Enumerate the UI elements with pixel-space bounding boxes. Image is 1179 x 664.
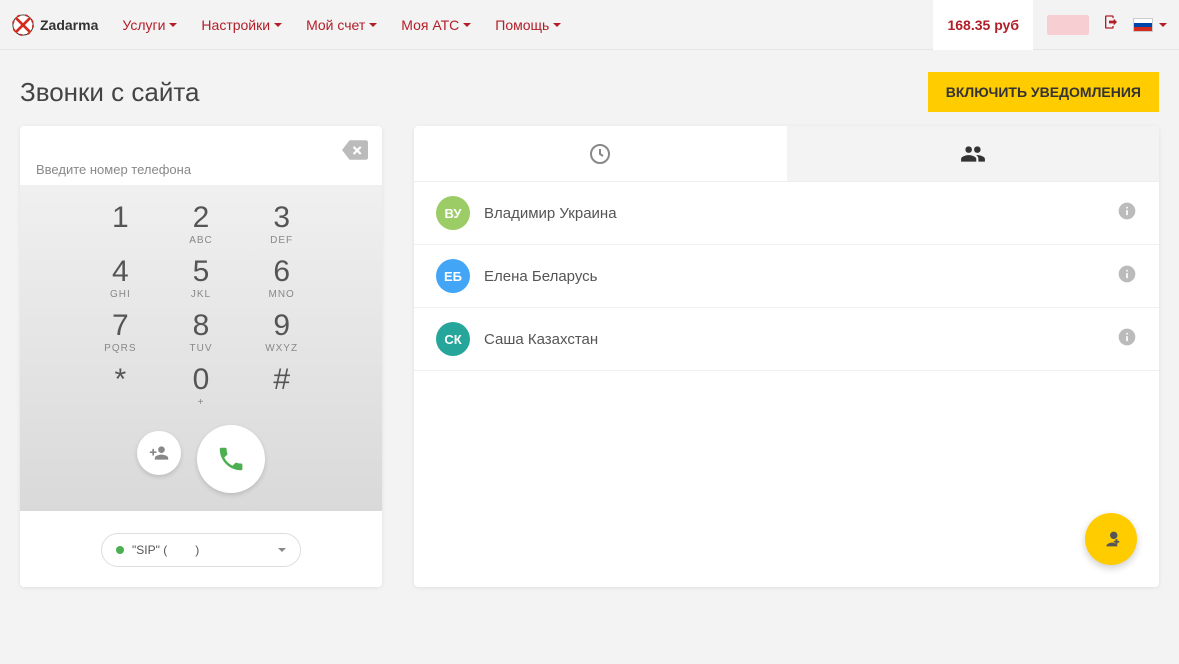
logo[interactable]: Zadarma bbox=[12, 14, 98, 36]
language-selector[interactable] bbox=[1133, 18, 1167, 32]
key-3[interactable]: 3DEF bbox=[241, 199, 322, 249]
titlebar: Звонки с сайта ВКЛЮЧИТЬ УВЕДОМЛЕНИЯ bbox=[0, 50, 1179, 126]
dialer-input-area bbox=[20, 126, 382, 185]
nav-services[interactable]: Услуги bbox=[122, 17, 177, 33]
user-name-redacted bbox=[1047, 15, 1089, 35]
add-contact-fab[interactable] bbox=[1085, 513, 1137, 565]
key-7[interactable]: 7PQRS bbox=[80, 307, 161, 357]
add-person-icon bbox=[149, 443, 169, 463]
chevron-down-icon bbox=[278, 548, 286, 552]
sip-select[interactable]: "SIP" ( ) bbox=[101, 533, 301, 567]
sign-out-icon[interactable] bbox=[1103, 14, 1119, 35]
header-right: 168.35 руб bbox=[933, 0, 1167, 50]
chevron-down-icon bbox=[169, 23, 177, 27]
main: 1 2ABC 3DEF 4GHI 5JKL 6MNO 7PQRS 8TUV 9W… bbox=[0, 126, 1179, 607]
logo-icon bbox=[12, 14, 34, 36]
flag-ru-icon bbox=[1133, 18, 1153, 32]
tabs bbox=[414, 126, 1159, 182]
info-icon[interactable] bbox=[1117, 264, 1137, 289]
add-person-icon bbox=[1100, 528, 1122, 550]
nav-settings[interactable]: Настройки bbox=[201, 17, 282, 33]
contact-row[interactable]: ЕБ Елена Беларусь bbox=[414, 245, 1159, 308]
phone-icon bbox=[216, 444, 246, 474]
nav-help-label: Помощь bbox=[495, 17, 549, 33]
key-9[interactable]: 9WXYZ bbox=[241, 307, 322, 357]
backspace-icon[interactable] bbox=[342, 140, 368, 165]
clock-icon bbox=[588, 142, 612, 166]
contact-name: Владимир Украина bbox=[484, 205, 617, 222]
nav-pbx[interactable]: Моя АТС bbox=[401, 17, 471, 33]
key-2[interactable]: 2ABC bbox=[161, 199, 242, 249]
nav-settings-label: Настройки bbox=[201, 17, 270, 33]
chevron-down-icon bbox=[463, 23, 471, 27]
nav-account[interactable]: Мой счет bbox=[306, 17, 377, 33]
sip-label-prefix: "SIP" ( bbox=[132, 543, 167, 557]
header: Zadarma Услуги Настройки Мой счет Моя АТ… bbox=[0, 0, 1179, 50]
chevron-down-icon bbox=[369, 23, 377, 27]
avatar: ЕБ bbox=[436, 259, 470, 293]
info-icon[interactable] bbox=[1117, 327, 1137, 352]
info-icon[interactable] bbox=[1117, 201, 1137, 226]
contact-row[interactable]: ВУ Владимир Украина bbox=[414, 182, 1159, 245]
nav-services-label: Услуги bbox=[122, 17, 165, 33]
logo-text: Zadarma bbox=[40, 17, 98, 33]
keypad: 1 2ABC 3DEF 4GHI 5JKL 6MNO 7PQRS 8TUV 9W… bbox=[20, 185, 382, 511]
chevron-down-icon bbox=[1159, 23, 1167, 27]
contact-name: Саша Казахстан bbox=[484, 331, 598, 348]
chevron-down-icon bbox=[274, 23, 282, 27]
chevron-down-icon bbox=[553, 23, 561, 27]
page-title: Звонки с сайта bbox=[20, 77, 199, 108]
contact-row[interactable]: СК Саша Казахстан bbox=[414, 308, 1159, 371]
nav-account-label: Мой счет bbox=[306, 17, 365, 33]
key-0[interactable]: 0+ bbox=[161, 361, 242, 411]
status-dot-icon bbox=[116, 546, 124, 554]
nav: Услуги Настройки Мой счет Моя АТС Помощь bbox=[122, 17, 561, 33]
sip-label-suffix: ) bbox=[195, 543, 199, 557]
key-8[interactable]: 8TUV bbox=[161, 307, 242, 357]
contacts-panel: ВУ Владимир Украина ЕБ Елена Беларусь СК… bbox=[414, 126, 1159, 587]
key-1[interactable]: 1 bbox=[80, 199, 161, 249]
avatar: СК bbox=[436, 322, 470, 356]
key-5[interactable]: 5JKL bbox=[161, 253, 242, 303]
contact-list: ВУ Владимир Украина ЕБ Елена Беларусь СК… bbox=[414, 182, 1159, 371]
add-contact-button[interactable] bbox=[137, 431, 181, 475]
balance[interactable]: 168.35 руб bbox=[933, 0, 1033, 50]
phone-input[interactable] bbox=[36, 144, 366, 177]
key-4[interactable]: 4GHI bbox=[80, 253, 161, 303]
dialer: 1 2ABC 3DEF 4GHI 5JKL 6MNO 7PQRS 8TUV 9W… bbox=[20, 126, 382, 587]
key-6[interactable]: 6MNO bbox=[241, 253, 322, 303]
nav-help[interactable]: Помощь bbox=[495, 17, 561, 33]
contact-name: Елена Беларусь bbox=[484, 268, 598, 285]
tab-contacts[interactable] bbox=[787, 126, 1160, 181]
key-star[interactable]: * bbox=[80, 361, 161, 411]
call-button[interactable] bbox=[197, 425, 265, 493]
people-icon bbox=[960, 141, 986, 167]
key-hash[interactable]: # bbox=[241, 361, 322, 411]
avatar: ВУ bbox=[436, 196, 470, 230]
enable-notifications-button[interactable]: ВКЛЮЧИТЬ УВЕДОМЛЕНИЯ bbox=[928, 72, 1159, 112]
nav-pbx-label: Моя АТС bbox=[401, 17, 459, 33]
tab-history[interactable] bbox=[414, 126, 787, 181]
